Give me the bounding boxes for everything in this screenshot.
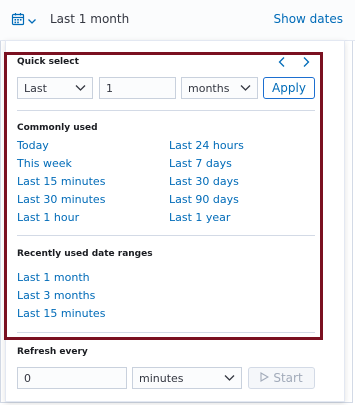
- chevron-down-icon: [224, 372, 235, 385]
- common-range-link[interactable]: Last 30 days: [169, 175, 239, 188]
- commonly-used-title: Commonly used: [17, 123, 98, 133]
- selected-range-label[interactable]: Last 1 month: [50, 12, 129, 26]
- direction-select[interactable]: Last: [17, 77, 93, 99]
- divider: [17, 110, 315, 111]
- unit-value: months: [188, 81, 230, 95]
- unit-select[interactable]: months: [181, 77, 258, 99]
- common-range-link[interactable]: Last 1 hour: [17, 211, 79, 224]
- recent-range-link[interactable]: Last 3 months: [17, 289, 95, 302]
- common-range-link[interactable]: Last 24 hours: [169, 139, 244, 152]
- direction-value: Last: [24, 81, 47, 95]
- recent-ranges-title: Recently used date ranges: [17, 249, 153, 259]
- chevron-down-icon: [27, 11, 37, 30]
- apply-button[interactable]: Apply: [263, 77, 315, 99]
- refresh-interval-value: 0: [24, 371, 31, 385]
- quick-select-title: Quick select: [17, 57, 79, 67]
- refresh-unit-select[interactable]: minutes: [132, 367, 242, 389]
- common-range-link[interactable]: Last 1 year: [169, 211, 230, 224]
- recent-range-link[interactable]: Last 15 minutes: [17, 307, 105, 320]
- calendar-icon: [11, 11, 25, 30]
- amount-value: 1: [106, 81, 113, 95]
- start-refresh-button[interactable]: Start: [248, 367, 315, 389]
- divider: [17, 332, 315, 333]
- chevron-down-icon: [75, 82, 86, 95]
- recent-range-link[interactable]: Last 1 month: [17, 271, 90, 284]
- chevron-left-icon[interactable]: [277, 56, 287, 71]
- show-dates-link[interactable]: Show dates: [273, 12, 343, 26]
- chevron-down-icon: [240, 82, 251, 95]
- start-label: Start: [273, 371, 303, 385]
- refresh-title: Refresh every: [17, 347, 88, 357]
- common-range-link[interactable]: Today: [17, 139, 49, 152]
- play-icon: [260, 371, 270, 385]
- refresh-unit-value: minutes: [139, 371, 184, 385]
- common-range-link[interactable]: Last 7 days: [169, 157, 232, 170]
- date-picker-bar: Last 1 month Show dates: [0, 0, 355, 41]
- quick-menu-button[interactable]: [8, 9, 42, 31]
- common-range-link[interactable]: Last 90 days: [169, 193, 239, 206]
- amount-input[interactable]: 1: [99, 77, 176, 99]
- refresh-interval-input[interactable]: 0: [17, 367, 127, 389]
- divider: [17, 235, 315, 236]
- chevron-right-icon[interactable]: [301, 56, 311, 71]
- common-range-link[interactable]: This week: [17, 157, 72, 170]
- common-range-link[interactable]: Last 30 minutes: [17, 193, 105, 206]
- common-range-link[interactable]: Last 15 minutes: [17, 175, 105, 188]
